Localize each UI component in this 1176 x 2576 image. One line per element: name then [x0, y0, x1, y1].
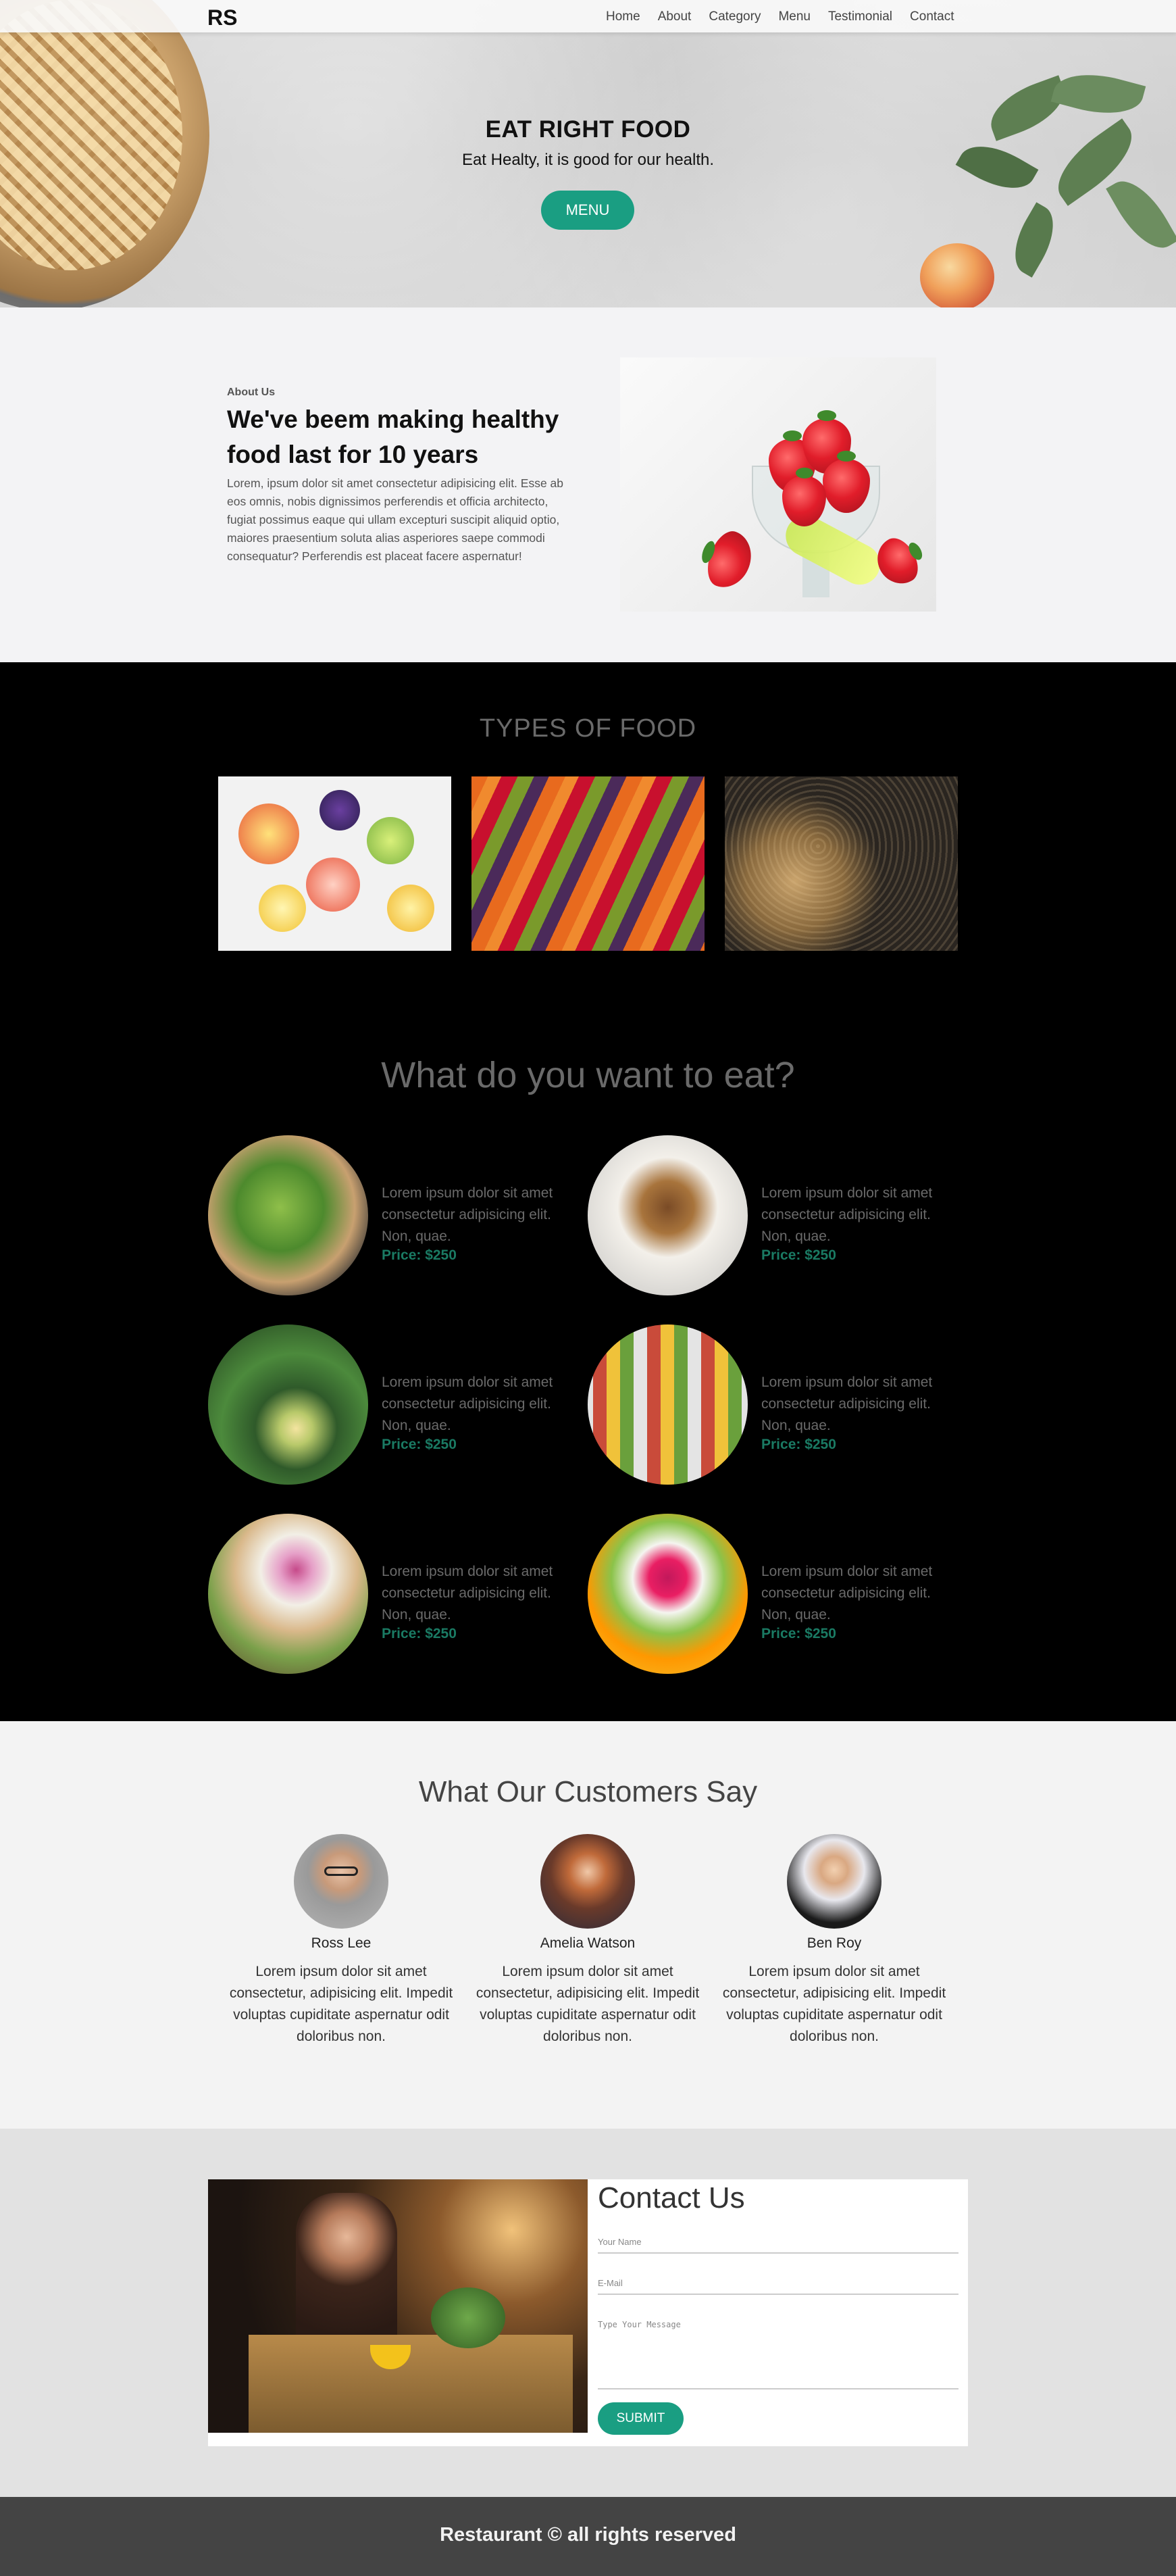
contact-section: Contact Us Your Name E-Mail Type Your Me… — [0, 2129, 1176, 2497]
nav-links: Home About Category Menu Testimonial Con… — [606, 9, 972, 24]
menu-item-description: Lorem ipsum dolor sit amet consectetur a… — [382, 1185, 553, 1244]
menu-button[interactable]: MENU — [541, 191, 634, 230]
menu-item-price: Price: $250 — [761, 1437, 836, 1452]
name-field[interactable]: Your Name — [598, 2237, 958, 2254]
testimonial-card: Ross Lee Lorem ipsum dolor sit amet cons… — [226, 1834, 456, 2048]
smoothie-bowl-image — [588, 1514, 748, 1674]
site-logo[interactable]: RS — [207, 5, 237, 30]
contact-heading: Contact Us — [598, 2181, 745, 2214]
testimonial-card: Amelia Watson Lorem ipsum dolor sit amet… — [473, 1834, 702, 2048]
granola-bowl-image — [588, 1135, 748, 1295]
footer-text: Restaurant © all rights reserved — [440, 2524, 736, 2546]
nav-link-category[interactable]: Category — [709, 9, 761, 24]
about-kicker: About Us — [227, 387, 276, 398]
avatar — [787, 1834, 881, 1929]
nav-link-menu[interactable]: Menu — [778, 9, 811, 24]
customer-name: Amelia Watson — [540, 1935, 636, 1951]
menu-item-price: Price: $250 — [382, 1437, 457, 1452]
menu-item[interactable]: Lorem ipsum dolor sit amet consectetur a… — [208, 1135, 586, 1297]
email-field[interactable]: E-Mail — [598, 2278, 958, 2295]
menu-item-price: Price: $250 — [761, 1626, 836, 1641]
testimonials-section: What Our Customers Say Ross Lee Lorem ip… — [0, 1721, 1176, 2129]
footer: Restaurant © all rights reserved — [0, 2497, 1176, 2576]
customer-quote: Lorem ipsum dolor sit amet consectetur, … — [229, 1964, 453, 2044]
vegetable-market-image — [471, 776, 705, 951]
mezze-platter-image — [208, 1514, 368, 1674]
hero-section: EAT RIGHT FOOD Eat Healty, it is good fo… — [0, 0, 1176, 307]
types-heading: TYPES OF FOOD — [479, 714, 697, 743]
menu-item[interactable]: Lorem ipsum dolor sit amet consectetur a… — [208, 1514, 586, 1676]
menu-item-price: Price: $250 — [761, 1247, 836, 1263]
submit-button[interactable]: SUBMIT — [598, 2402, 684, 2435]
avatar — [294, 1834, 388, 1929]
menu-item-description: Lorem ipsum dolor sit amet consectetur a… — [382, 1374, 553, 1433]
fruit-platter-image — [218, 776, 451, 951]
menu-item[interactable]: Lorem ipsum dolor sit amet consectetur a… — [588, 1135, 966, 1297]
menu-item-price: Price: $250 — [382, 1247, 457, 1263]
menu-item-description: Lorem ipsum dolor sit amet consectetur a… — [761, 1374, 933, 1433]
about-heading: We've beem making healthy food last for … — [227, 405, 559, 468]
contact-card: Contact Us Your Name E-Mail Type Your Me… — [208, 2179, 968, 2446]
about-section: About Us We've beem making healthy food … — [0, 307, 1176, 662]
menu-item[interactable]: Lorem ipsum dolor sit amet consectetur a… — [588, 1514, 966, 1676]
diner-photo — [208, 2179, 588, 2433]
menu-item[interactable]: Lorem ipsum dolor sit amet consectetur a… — [208, 1324, 586, 1487]
food-section: TYPES OF FOOD What do you want to eat? L… — [0, 662, 1176, 1721]
menu-item-description: Lorem ipsum dolor sit amet consectetur a… — [761, 1564, 933, 1623]
testimonials-heading: What Our Customers Say — [418, 1775, 758, 1808]
customer-name: Ben Roy — [807, 1935, 862, 1951]
leaves-image — [946, 64, 1176, 297]
menu-item[interactable]: Lorem ipsum dolor sit amet consectetur a… — [588, 1324, 966, 1487]
meal-prep-image — [588, 1324, 748, 1485]
nav-link-about[interactable]: About — [658, 9, 692, 24]
hero-subtitle: Eat Healty, it is good for our health. — [461, 151, 715, 169]
strawberry-image — [620, 357, 936, 612]
hero-title: EAT RIGHT FOOD — [485, 116, 691, 143]
customer-name: Ross Lee — [311, 1935, 372, 1951]
menu-item-price: Price: $250 — [382, 1626, 457, 1641]
grains-image — [725, 776, 958, 951]
avatar — [540, 1834, 635, 1929]
greens-avocado-image — [208, 1324, 368, 1485]
message-field[interactable]: Type Your Message — [598, 2320, 958, 2389]
customer-quote: Lorem ipsum dolor sit amet consectetur, … — [722, 1964, 946, 2044]
menu-item-description: Lorem ipsum dolor sit amet consectetur a… — [382, 1564, 553, 1623]
testimonial-card: Ben Roy Lorem ipsum dolor sit amet conse… — [719, 1834, 949, 2048]
about-body: Lorem, ipsum dolor sit amet consectetur … — [227, 476, 564, 563]
nav-link-testimonial[interactable]: Testimonial — [828, 9, 892, 24]
customer-quote: Lorem ipsum dolor sit amet consectetur, … — [476, 1964, 700, 2044]
menu-heading: What do you want to eat? — [381, 1055, 795, 1095]
salad-bowl-image — [208, 1135, 368, 1295]
nav-link-home[interactable]: Home — [606, 9, 640, 24]
nav-link-contact[interactable]: Contact — [910, 9, 954, 24]
menu-item-description: Lorem ipsum dolor sit amet consectetur a… — [761, 1185, 933, 1244]
top-navbar: RS Home About Category Menu Testimonial … — [0, 0, 1176, 32]
